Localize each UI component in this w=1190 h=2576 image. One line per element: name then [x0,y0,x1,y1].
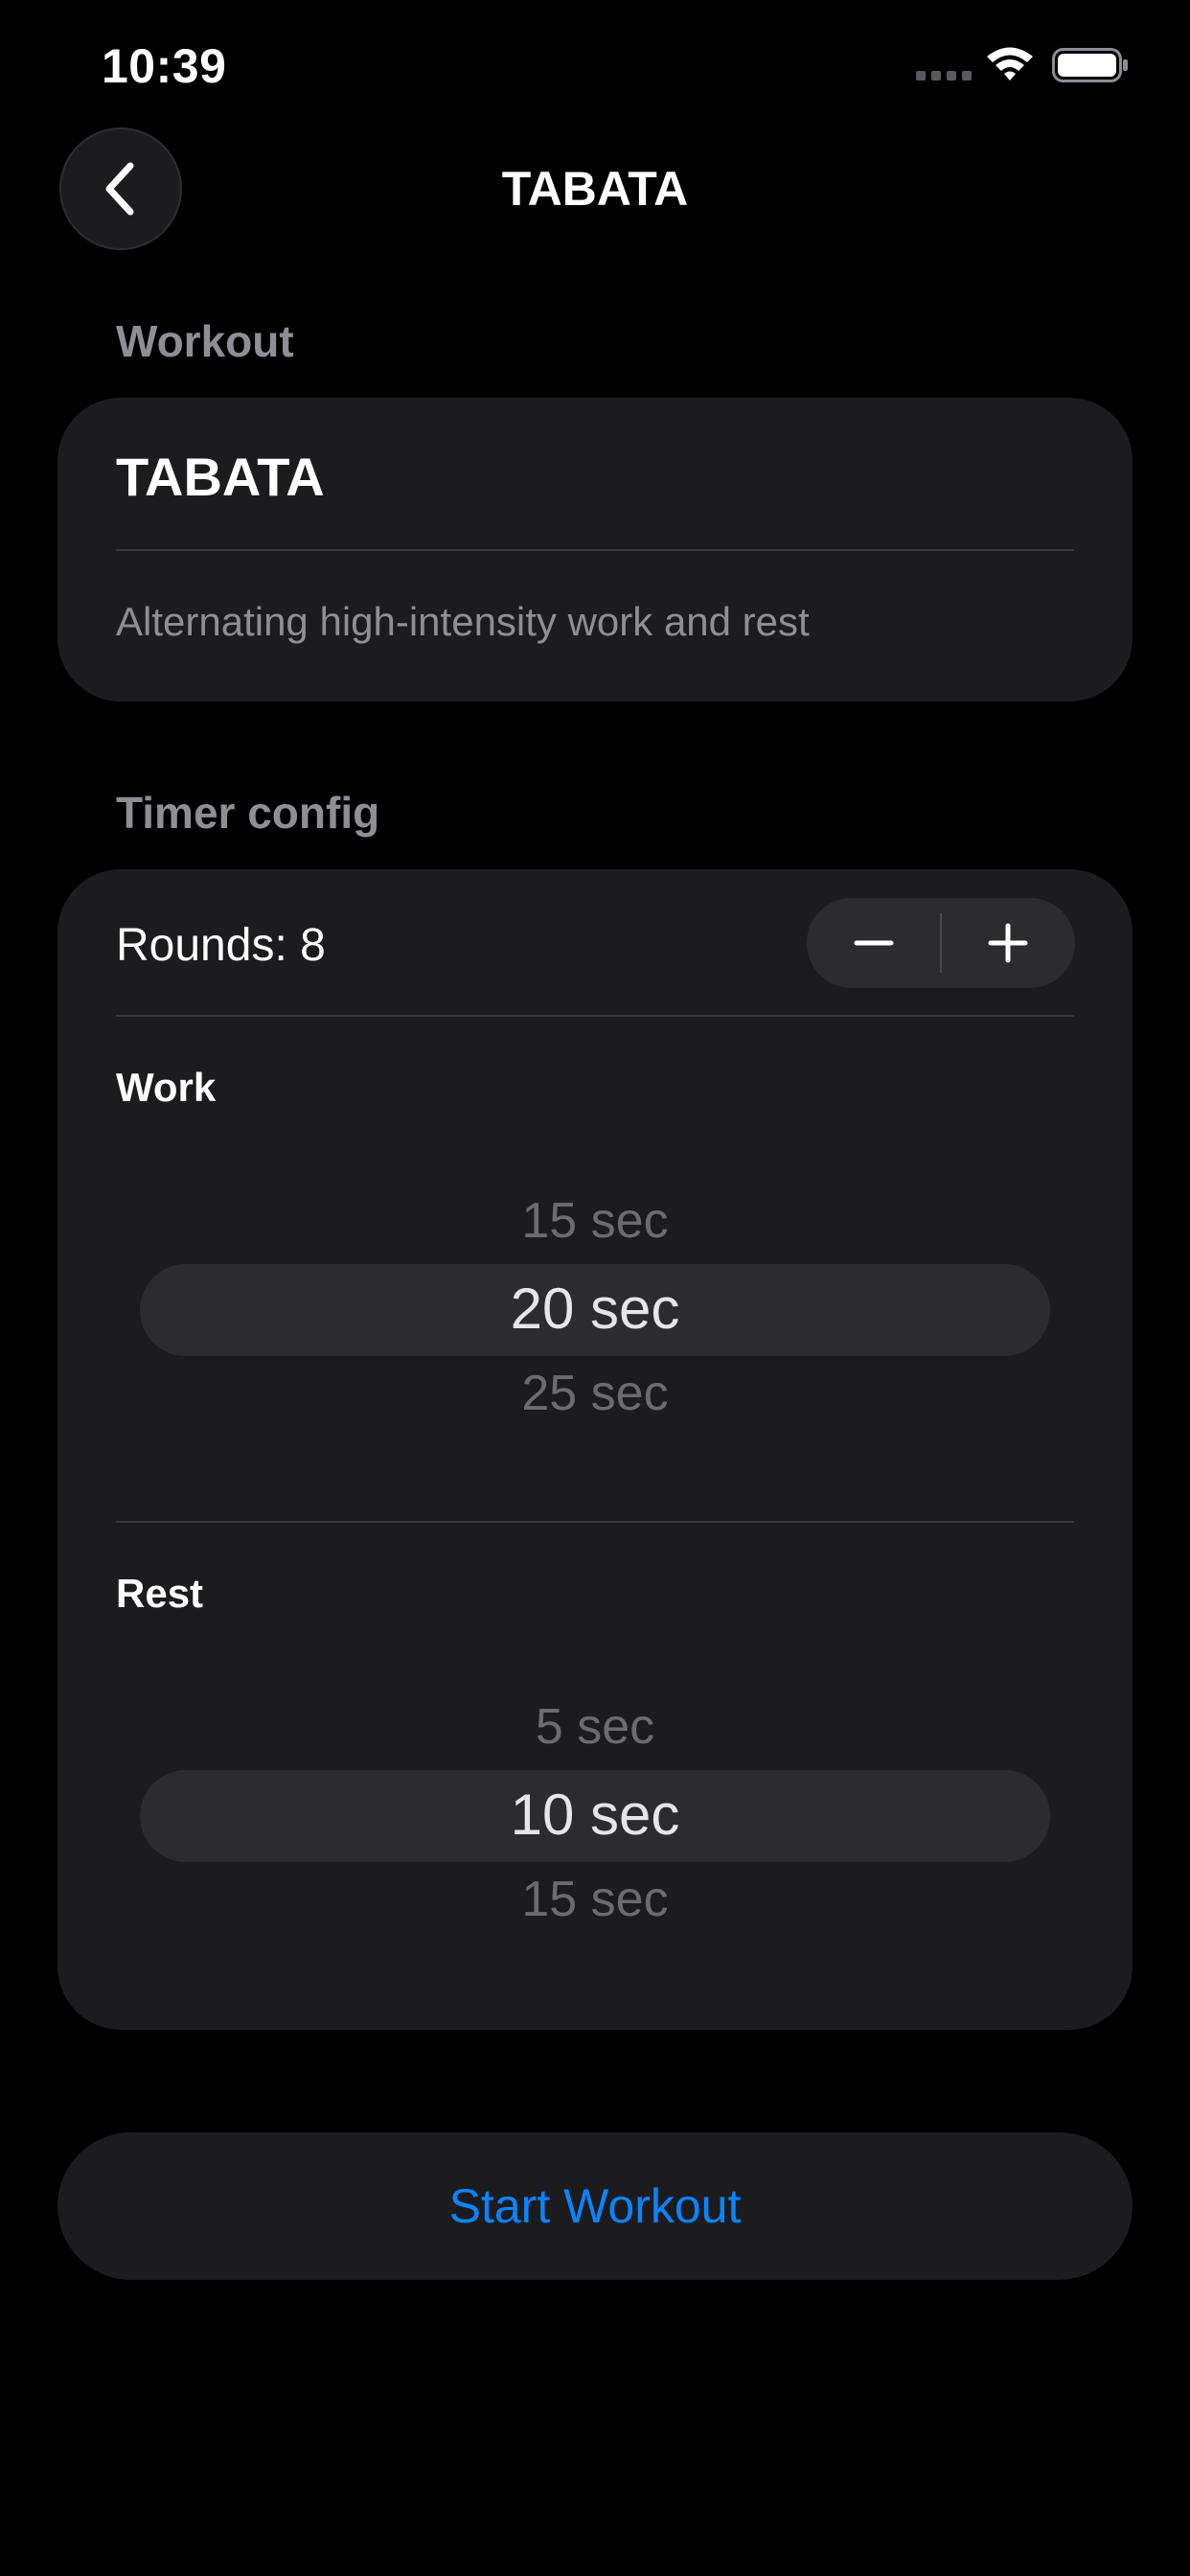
minus-icon [854,940,894,946]
cellular-signal-icon [916,71,972,80]
divider [116,549,1074,551]
workout-name: TABATA [116,447,325,507]
increment-button[interactable] [941,898,1075,988]
workout-section-label: Workout [116,316,294,366]
divider [116,1015,1074,1017]
rest-picker-option[interactable]: 5 sec [57,1698,1133,1756]
plus-icon [988,923,1028,963]
timer-config-card: Rounds: 8 Work 15 sec 20 sec 25 sec Rest… [57,869,1133,2030]
workout-card: TABATA Alternating high-intensity work a… [57,398,1133,702]
rounds-stepper [807,898,1075,988]
workout-description: Alternating high-intensity work and rest [116,599,810,644]
rest-picker-selected-option[interactable]: 10 sec [57,1782,1133,1848]
work-picker-option[interactable]: 25 sec [57,1365,1133,1422]
rounds-label: Rounds: 8 [116,920,326,971]
screen: 10:39 TABATA Workout TABATA Alternating … [0,0,1190,2576]
work-picker-option[interactable]: 15 sec [57,1192,1133,1250]
decrement-button[interactable] [807,898,941,988]
work-label: Work [116,1065,217,1110]
rest-picker-option[interactable]: 15 sec [57,1871,1133,1928]
timer-config-section-label: Timer config [116,788,380,838]
page-title: TABATA [501,162,689,216]
divider [116,1521,1074,1523]
work-picker-selected-option[interactable]: 20 sec [57,1276,1133,1342]
wifi-icon [987,47,1033,80]
status-time: 10:39 [102,39,227,93]
rest-label: Rest [116,1571,204,1616]
battery-icon [1052,48,1128,82]
start-workout-button[interactable]: Start Workout [57,2132,1133,2280]
